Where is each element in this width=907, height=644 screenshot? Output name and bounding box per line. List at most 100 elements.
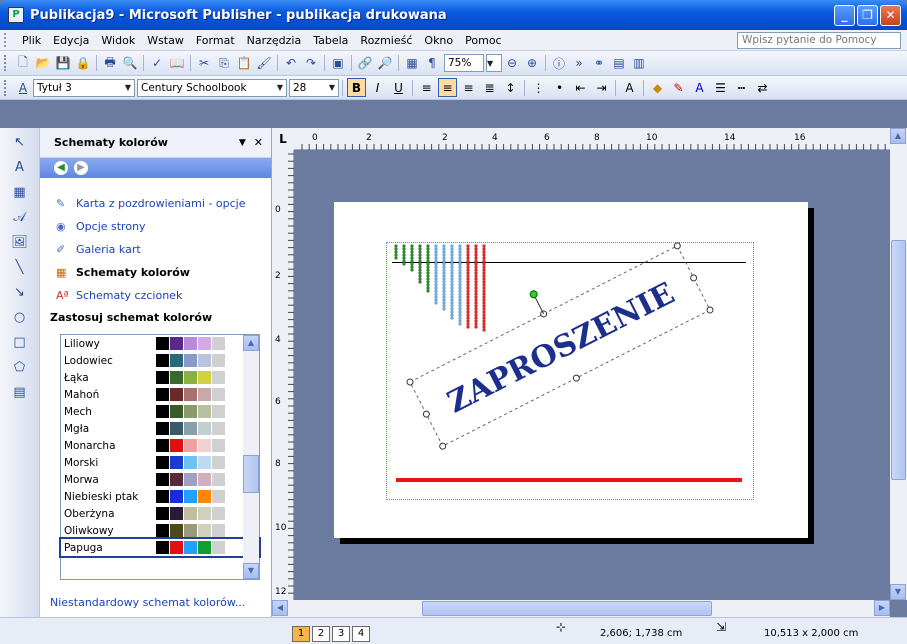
link-font-schemes[interactable]: Aª Schematy czcionek xyxy=(40,284,271,307)
scroll-right-icon[interactable]: ▶ xyxy=(874,600,890,616)
vertical-scroll-thumb[interactable] xyxy=(891,240,906,480)
scheme-row[interactable]: Mech xyxy=(61,403,259,420)
page-tab-1[interactable]: 1 xyxy=(292,626,310,642)
menu-tabela[interactable]: Tabela xyxy=(307,34,354,47)
link-page-options[interactable]: ◉ Opcje strony xyxy=(40,215,271,238)
dash-style-icon[interactable]: ┅ xyxy=(732,78,751,97)
scroll-up-icon[interactable]: ▲ xyxy=(243,335,259,351)
oval-icon[interactable]: ○ xyxy=(9,306,31,328)
menu-rozmiesc[interactable]: Rozmieść xyxy=(354,34,418,47)
scheme-row[interactable]: Oliwkowy xyxy=(61,522,259,539)
bring-forward-icon[interactable]: ▣ xyxy=(329,54,347,72)
menu-okno[interactable]: Okno xyxy=(418,34,459,47)
font-size-select[interactable]: 28 ▼ xyxy=(289,78,339,97)
page-tab-4[interactable]: 4 xyxy=(352,626,370,642)
line-color-icon[interactable]: ✎ xyxy=(669,78,688,97)
ruler-origin[interactable]: L xyxy=(272,128,294,150)
align-center-button[interactable]: ≡ xyxy=(438,78,457,97)
close-button[interactable]: ✕ xyxy=(880,4,901,26)
workspace[interactable]: ZAPROSZENIE xyxy=(294,150,890,600)
decrease-indent-button[interactable]: ⇤ xyxy=(571,78,590,97)
format-painter-icon[interactable]: 🖌 xyxy=(255,54,273,72)
web-link-icon[interactable]: ⚭ xyxy=(590,54,608,72)
scheme-row[interactable]: Papuga xyxy=(59,537,261,558)
copy-icon[interactable]: ⎘ xyxy=(215,54,233,72)
scheme-row[interactable]: Liliowy xyxy=(61,335,259,352)
scheme-list-scrollbar[interactable]: ▲ ▼ xyxy=(243,335,259,579)
scheme-row[interactable]: Morwa xyxy=(61,471,259,488)
task-pane-close-icon[interactable]: ✕ xyxy=(254,136,263,149)
resize-handle[interactable] xyxy=(439,442,447,450)
line-style-icon[interactable]: ☰ xyxy=(711,78,730,97)
publication-page[interactable]: ZAPROSZENIE xyxy=(334,202,808,538)
scheme-row[interactable]: Mahoń xyxy=(61,386,259,403)
redo-icon[interactable]: ↷ xyxy=(302,54,320,72)
zoom-dropdown[interactable]: ▼ xyxy=(486,54,502,72)
line-icon[interactable]: ╲ xyxy=(9,256,31,278)
save-icon[interactable]: 💾 xyxy=(54,54,72,72)
menu-widok[interactable]: Widok xyxy=(95,34,141,47)
text-box-icon[interactable]: A xyxy=(9,156,31,178)
link-card-options[interactable]: ✎ Karta z pozdrowieniami - opcje xyxy=(40,192,271,215)
zoom-select[interactable]: 75% xyxy=(444,54,484,72)
align-left-button[interactable]: ≡ xyxy=(417,78,436,97)
research-icon[interactable]: 📖 xyxy=(168,54,186,72)
rectangle-icon[interactable]: □ xyxy=(9,331,31,353)
print-preview-icon[interactable]: 🔍 xyxy=(121,54,139,72)
zoom-out-icon[interactable]: ⊖ xyxy=(503,54,521,72)
vertical-scrollbar[interactable]: ▲ ▼ xyxy=(890,128,907,600)
picture-frame-icon[interactable]: 🖼 xyxy=(9,231,31,253)
select-objects-icon[interactable]: ↖ xyxy=(9,131,31,153)
custom-color-scheme-link[interactable]: Niestandardowy schemat kolorów... xyxy=(50,596,245,609)
font-select[interactable]: Century Schoolbook ▼ xyxy=(137,78,287,97)
arrow-icon[interactable]: ↘ xyxy=(9,281,31,303)
resize-handle[interactable] xyxy=(673,242,681,250)
toolbar-grip[interactable] xyxy=(4,79,9,96)
pilcrow-icon[interactable]: ¶ xyxy=(423,54,441,72)
style-select[interactable]: Tytuł 3 ▼ xyxy=(33,78,135,97)
horizontal-ruler[interactable]: 0 2 2 4 6 8 10 14 16 xyxy=(294,128,890,150)
horizontal-scroll-thumb[interactable] xyxy=(422,601,712,616)
link-color-schemes[interactable]: ▦ Schematy kolorów xyxy=(40,261,271,284)
vertical-ruler[interactable]: 0 2 4 6 8 10 12 xyxy=(272,150,294,600)
maximize-button[interactable]: ❐ xyxy=(857,4,878,26)
spelling-icon[interactable]: ✓ xyxy=(148,54,166,72)
scroll-down-icon[interactable]: ▼ xyxy=(243,563,259,579)
scroll-down-icon[interactable]: ▼ xyxy=(890,584,906,600)
menu-edycja[interactable]: Edycja xyxy=(47,34,95,47)
scheme-row[interactable]: Lodowiec xyxy=(61,352,259,369)
paste-icon[interactable]: 📋 xyxy=(235,54,253,72)
styles-icon[interactable]: A xyxy=(14,79,32,97)
menu-narzedzia[interactable]: Narzędzia xyxy=(241,34,308,47)
link-card-gallery[interactable]: ✐ Galeria kart xyxy=(40,238,271,261)
minimize-button[interactable]: _ xyxy=(834,4,855,26)
insert-table-icon[interactable]: ▦ xyxy=(9,181,31,203)
publisher-app-icon[interactable]: P xyxy=(8,7,24,23)
menu-plik[interactable]: Plik xyxy=(16,34,47,47)
resize-handle[interactable] xyxy=(422,410,430,418)
zoom-object-icon[interactable]: 🔎 xyxy=(376,54,394,72)
toolbar-grip[interactable] xyxy=(4,33,12,47)
undo-icon[interactable]: ↶ xyxy=(282,54,300,72)
permission-icon[interactable]: 🔒 xyxy=(74,54,92,72)
resize-handle[interactable] xyxy=(540,310,548,318)
scheme-row[interactable]: Łąka xyxy=(61,369,259,386)
task-pane-menu-icon[interactable]: ▼ xyxy=(239,138,246,148)
back-icon[interactable]: ◀ xyxy=(54,161,68,175)
horizontal-scrollbar[interactable]: ◀ ▶ xyxy=(272,600,890,617)
resize-handle[interactable] xyxy=(706,306,714,314)
underline-button[interactable]: U xyxy=(389,78,408,97)
italic-button[interactable]: I xyxy=(368,78,387,97)
wordart-icon[interactable]: 𝒜 xyxy=(9,206,31,228)
resize-handle[interactable] xyxy=(690,274,698,282)
scheme-row[interactable]: Oberżyna xyxy=(61,505,259,522)
numbering-button[interactable]: ⋮ xyxy=(529,78,548,97)
tool-b-icon[interactable]: ▥ xyxy=(630,54,648,72)
scheme-row[interactable]: Monarcha xyxy=(61,437,259,454)
autoshapes-icon[interactable]: ⬠ xyxy=(9,356,31,378)
color-scheme-list[interactable]: Liliowy Lodowiec Łąka Mahoń Mech Mgła Monarcha… xyxy=(59,334,261,580)
scroll-up-icon[interactable]: ▲ xyxy=(890,128,906,144)
zoom-in-icon[interactable]: ⊕ xyxy=(523,54,541,72)
help-search-input[interactable]: Wpisz pytanie do Pomocy xyxy=(737,32,901,49)
scroll-left-icon[interactable]: ◀ xyxy=(272,600,288,616)
